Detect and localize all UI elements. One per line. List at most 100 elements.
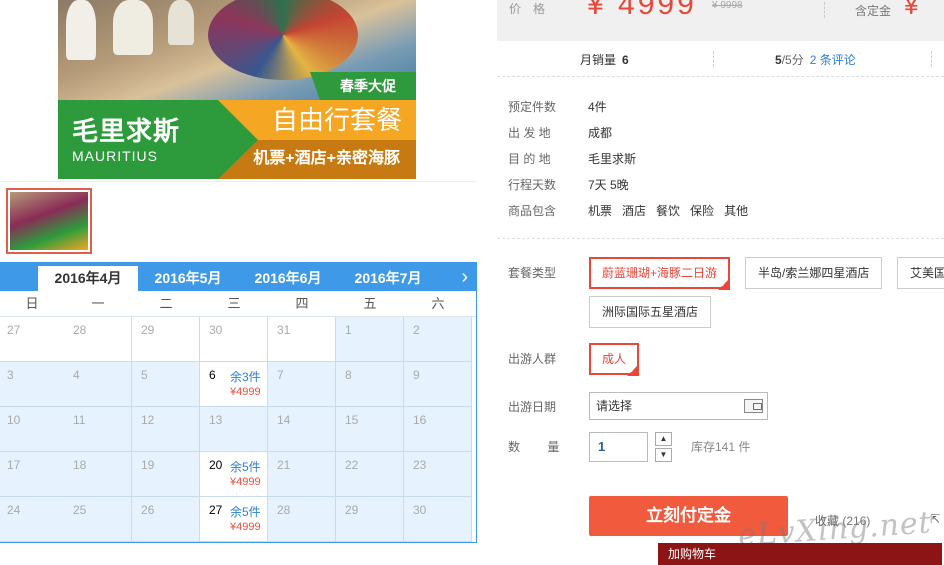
detail-value: 毛里求斯	[588, 152, 637, 166]
gallery-thumbnail[interactable]	[6, 188, 92, 254]
favorite-count: (216)	[842, 514, 871, 528]
calendar-day: 9	[404, 362, 472, 407]
day-number: 2	[413, 323, 420, 337]
calendar-day: 2	[404, 317, 472, 362]
quantity-input[interactable]: 1	[589, 432, 648, 462]
detail-value: 7天 5晚	[588, 178, 629, 192]
calendar-day: 23	[404, 452, 472, 497]
month-tab[interactable]: 2016年4月	[38, 266, 138, 291]
includes-label: 商品包含	[508, 204, 557, 218]
detail-value: 成都	[588, 126, 613, 140]
reviews-link[interactable]: 2 条评论	[810, 53, 856, 67]
calendar-day: 29	[132, 317, 200, 362]
day-number: 30	[413, 503, 427, 517]
favorite-label: 收藏	[815, 514, 840, 528]
package-option[interactable]: 蔚蓝珊瑚+海豚二日游	[589, 257, 731, 289]
travel-date-field[interactable]: 请选择	[589, 392, 768, 420]
calendar-icon[interactable]	[744, 399, 763, 413]
monthly-sales-label: 月销量	[580, 53, 617, 67]
month-tab[interactable]: 2016年7月	[338, 266, 438, 291]
day-number: 29	[345, 503, 359, 517]
day-number: 10	[7, 413, 21, 427]
calendar-day-available[interactable]: 20 余5件 ¥4999	[200, 452, 268, 497]
day-number: 9	[413, 368, 420, 382]
include-item: 保险	[690, 204, 715, 218]
destination-en: MAURITIUS	[72, 148, 158, 164]
destination-cn: 毛里求斯	[72, 116, 181, 146]
detail-label: 出 发 地	[508, 126, 551, 140]
calendar-day: 4	[64, 362, 132, 407]
calendar-day-available[interactable]: 6 余3件 ¥4999	[200, 362, 268, 407]
weekday-header: 日一二三四五六	[0, 291, 476, 317]
day-number: 8	[345, 368, 352, 382]
detail-label: 目 的 地	[508, 152, 551, 166]
dancer-figure	[66, 0, 96, 60]
monthly-sales: 月销量 6	[580, 51, 629, 68]
deposit-value: ¥	[904, 0, 919, 20]
day-number: 27	[209, 503, 223, 517]
day-number: 30	[209, 323, 223, 337]
calendar-day: 28	[64, 317, 132, 362]
day-number: 24	[7, 503, 21, 517]
day-price: ¥4999	[230, 521, 261, 533]
share-icon[interactable]: ⇱	[930, 512, 940, 526]
add-to-cart-button[interactable]: 加购物车	[658, 543, 942, 565]
day-number: 22	[345, 458, 359, 472]
day-number: 15	[345, 413, 359, 427]
calendar-day: 11	[64, 407, 132, 452]
decrement-button[interactable]: ▼	[655, 448, 672, 462]
month-tab[interactable]: 2016年6月	[238, 266, 338, 291]
calendar-day: 21	[268, 452, 336, 497]
day-number: 18	[73, 458, 87, 472]
calendar-day: 30	[200, 317, 268, 362]
monthly-sales-value: 6	[622, 53, 629, 67]
calendar-day: 16	[404, 407, 472, 452]
rating-suffix: /5分	[781, 53, 804, 67]
day-number: 4	[73, 368, 80, 382]
detail-value: 4件	[588, 100, 607, 114]
calendar-day: 26	[132, 497, 200, 542]
destination-block: 毛里求斯 MAURITIUS	[58, 100, 218, 179]
dancer-figure	[168, 0, 194, 45]
favorite-button[interactable]: 收藏 (216)	[815, 512, 870, 529]
travelers-label: 出游人群	[508, 352, 557, 366]
day-number: 14	[277, 413, 291, 427]
package-option[interactable]: 艾美国	[897, 257, 944, 289]
thumbnail-image	[10, 192, 88, 250]
weekday-label: 二	[159, 296, 173, 311]
banner-arrow-shape	[218, 100, 258, 179]
day-number: 20	[209, 458, 223, 472]
day-number: 16	[413, 413, 427, 427]
remaining-count: 余5件	[230, 505, 261, 519]
promo-tag: 春季大促	[310, 72, 416, 100]
calendar-day: 17	[0, 452, 66, 497]
calendar-day: 1	[336, 317, 404, 362]
day-number: 7	[277, 368, 284, 382]
month-tab[interactable]: 2016年5月	[138, 266, 238, 291]
calendar-day: 15	[336, 407, 404, 452]
calendar-day: 25	[64, 497, 132, 542]
calendar-day: 3	[0, 362, 66, 407]
includes-list: 机票 酒店 餐饮 保险 其他	[588, 202, 758, 219]
package-type-label: 套餐类型	[508, 266, 557, 280]
increment-button[interactable]: ▲	[655, 432, 672, 446]
package-option[interactable]: 半岛/索兰娜四星酒店	[745, 257, 883, 289]
calendar-day: 8	[336, 362, 404, 407]
package-option[interactable]: 洲际国际五星酒店	[589, 296, 712, 328]
calendar-day-available[interactable]: 27 余5件 ¥4999	[200, 497, 268, 542]
day-number: 25	[73, 503, 87, 517]
divider	[824, 2, 825, 18]
calendar-day: 19	[132, 452, 200, 497]
date-label: 出游日期	[508, 400, 557, 414]
next-month-icon[interactable]: ›	[461, 265, 468, 289]
price-label: 价格	[509, 2, 558, 16]
day-number: 6	[209, 368, 216, 382]
day-number: 28	[73, 323, 87, 337]
quantity-label: 数 量	[508, 440, 572, 454]
detail-label: 预定件数	[508, 100, 557, 114]
traveler-option[interactable]: 成人	[589, 343, 640, 375]
day-number: 27	[7, 323, 21, 337]
day-number: 29	[141, 323, 155, 337]
day-number: 11	[73, 413, 86, 427]
weekday-label: 五	[363, 296, 377, 311]
